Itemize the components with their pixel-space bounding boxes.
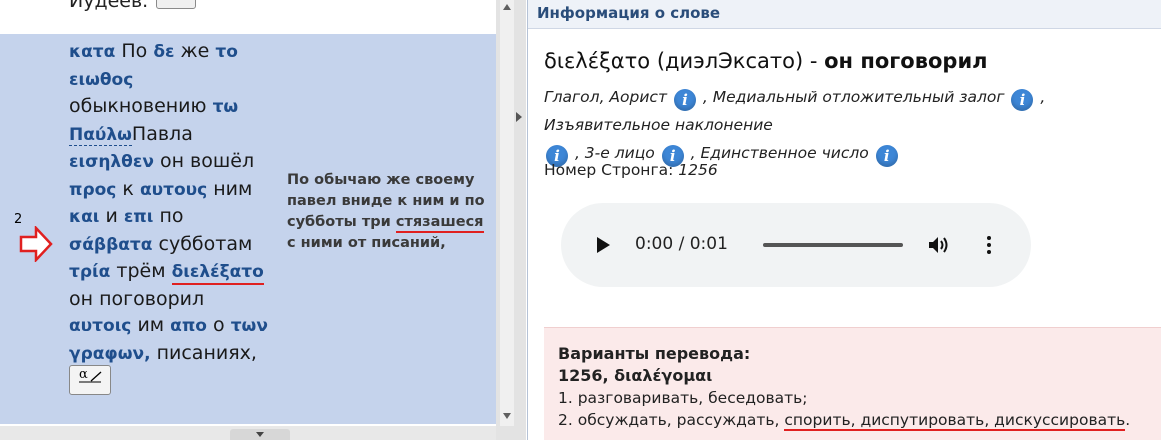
word-info-header: Информация о слове [528,0,1161,29]
audio-player: 0:00 / 0:01 [561,203,1031,287]
russian-word: же [180,40,210,62]
greek-word[interactable]: εισηλθεν [69,152,154,172]
variant-2-highlighted: спорить, диспутировать, дискуссировать [784,411,1126,431]
audio-seek-bar[interactable] [763,243,903,247]
greek-word[interactable]: και [69,207,99,227]
previous-verse-strong-button[interactable] [156,0,196,9]
interlinear-text: κατα По δε же το ειωθος обыкновению τω Π… [69,38,274,367]
previous-verse-row: Иудеев. [0,0,496,35]
play-icon[interactable] [597,237,610,253]
russian-word: и [105,205,118,227]
greek-word[interactable]: τρία [69,262,110,282]
variants-title: Варианты перевода: [558,344,751,363]
greek-word[interactable]: το [215,42,238,62]
russian-word: обыкновению [69,95,207,117]
verse-row: 2 κατα По δε же το ειωθος обыкновению τω… [0,34,496,424]
russian-word: Павла [131,122,193,145]
greek-word-selected[interactable]: διελέξατο [171,262,264,285]
russian-word: ним [213,177,253,200]
word-meaning: он поговорил [824,49,988,73]
variant-2-end: . [1125,411,1131,429]
variants-text: Варианты перевода: 1256, διαλέγομαι 1. р… [558,343,1130,431]
svg-text:α: α [79,367,88,382]
translation-highlighted-word: стязашеся [395,214,484,233]
russian-word: он поговорил [69,287,205,310]
morph-part: , 3-е лицо [574,144,655,162]
greek-word[interactable]: ειωθος [69,70,133,90]
strong-lookup-button[interactable]: α [69,365,111,395]
word-dash: - [809,49,818,73]
word-info-pane: Информация о слове διελέξατο (диэлЭксато… [527,0,1161,440]
russian-word: субботам [158,232,253,255]
variants-lemma: 1256, διαλέγομαι [558,366,713,385]
greek-word[interactable]: απο [170,316,207,336]
word-transliteration: (диэлЭксато) [656,49,804,73]
greek-word[interactable]: των [231,316,268,336]
greek-word[interactable]: επι [124,207,154,227]
scroll-down-icon[interactable] [503,413,511,419]
collapse-down-icon[interactable] [256,432,264,437]
russian-word: он вошёл [159,150,255,172]
russian-word: писаниях, [156,341,257,364]
russian-word: о [213,314,225,336]
morph-part: , Медиальный отложительный залог [702,88,1005,106]
info-icon[interactable]: i [875,145,898,167]
church-slavonic-translation: По обычаю же своему павел вниде к ним и … [287,170,487,254]
greek-word[interactable]: κατα [69,42,115,62]
russian-word: По [121,40,148,62]
interlinear-pane: Иудеев. 2 κατα По δε же το ειωθος обыкно… [0,0,496,440]
expand-right-icon[interactable] [516,112,522,122]
russian-word: по [159,205,184,227]
russian-word: им [137,314,165,336]
audio-time: 0:00 / 0:01 [635,234,728,254]
greek-word[interactable]: αυτους [140,180,207,200]
translation-variants-box: Варианты перевода: 1256, διαλέγομαι 1. р… [544,327,1161,440]
strong-label: Номер Стронга: [544,161,674,179]
info-icon[interactable]: i [1011,89,1034,111]
strong-number-line: Номер Стронга: 1256 [544,161,718,179]
greek-word[interactable]: γραφων, [69,344,151,364]
morph-part: Глагол, Аорист [544,88,667,106]
greek-word[interactable]: σάββατα [69,235,152,255]
volume-icon[interactable] [928,236,950,254]
variant-2: 2. обсуждать, рассуждать, [558,411,785,429]
variant-1: 1. разговаривать, беседовать; [558,389,808,407]
morph-part: , Единственное число [690,144,869,162]
greek-word[interactable]: δε [153,42,174,62]
word-greek: διελέξατο [544,49,651,73]
greek-word[interactable]: αυτοις [69,316,131,336]
panel-title: Информация о слове [537,4,721,22]
alpha-pen-icon: α [79,367,102,383]
russian-word: к [122,177,134,200]
strong-number: 1256 [678,161,718,179]
translation-text-end: с ними от писаний, [287,235,446,251]
scroll-up-icon[interactable] [503,4,511,10]
russian-word: трём [116,260,166,282]
vertical-scrollbar[interactable] [500,0,514,426]
previous-verse-text: Иудеев. [69,0,149,12]
verse-number: 2 [14,212,23,227]
current-verse-arrow-icon [19,226,53,262]
greek-word[interactable]: τω [213,97,239,117]
info-icon[interactable]: i [673,89,696,111]
more-options-icon[interactable] [986,235,992,255]
greek-word[interactable]: Παύλω [69,124,132,146]
morphology-line: Глагол, Аорист i , Медиальный отложитель… [544,83,1161,167]
greek-word[interactable]: προς [69,180,116,200]
word-headline: διελέξατο (диэлЭксато) - он поговорил [544,49,988,73]
